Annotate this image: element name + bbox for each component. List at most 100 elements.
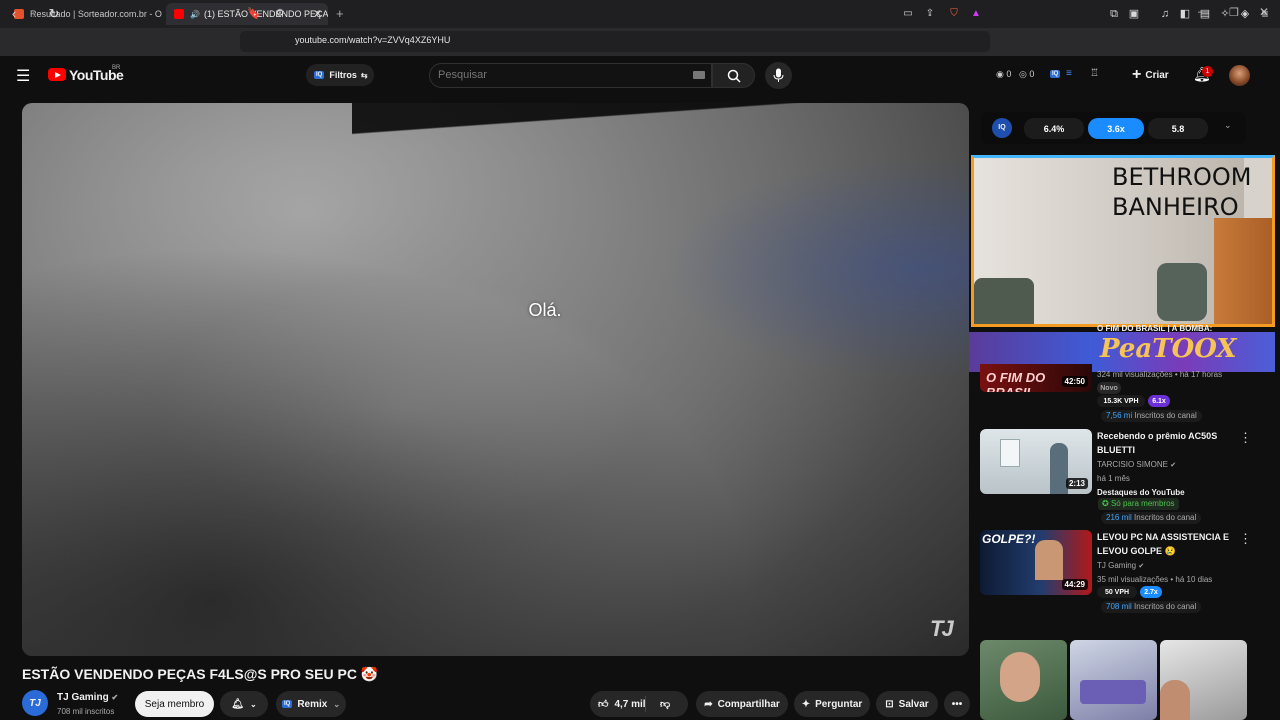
more-actions-button[interactable]: ••• xyxy=(944,691,970,717)
short-thumb-keyboard xyxy=(1080,680,1146,704)
save-bookmark-icon: ⊡ xyxy=(885,698,894,710)
iq-list-icon[interactable]: ≡ xyxy=(1066,68,1072,79)
join-button[interactable]: Seja membro xyxy=(135,691,214,717)
subscribe-bell-button[interactable]: 🔔︎ ⌄ xyxy=(220,691,268,717)
rec-title[interactable]: Recebendo o prêmio AC50S BLUETTI xyxy=(1097,429,1237,457)
rec-channel-subs: 7,56 mi Inscritos do canal xyxy=(1101,410,1202,422)
rec-new-badge: Novo xyxy=(1097,382,1121,394)
hidden-counter: ◎ 0 xyxy=(1019,69,1035,79)
rec-thumbnail[interactable]: 2:13 xyxy=(980,429,1092,494)
extensions-icon[interactable]: ⧉ xyxy=(1106,6,1122,22)
webcam-text: BETHROOM BANHEIRO xyxy=(1112,163,1252,221)
ask-button[interactable]: ✦ Perguntar xyxy=(794,691,870,717)
filters-button[interactable]: IQ Filtros ⇆ xyxy=(306,64,374,86)
forward-icon[interactable]: › xyxy=(26,6,42,22)
filter-sliders-icon: ⇆ xyxy=(360,70,368,80)
save-button[interactable]: ⊡ Salvar xyxy=(876,691,938,717)
rec-section: Destaques do YouTube xyxy=(1097,488,1185,497)
rec-meta: 324 mil visualizações • há 17 horas xyxy=(1097,370,1223,379)
divider xyxy=(645,696,646,712)
brave-shield-icon[interactable]: ⛉ xyxy=(946,6,962,22)
create-button[interactable]: + Criar xyxy=(1132,66,1169,84)
search-icon xyxy=(727,69,741,83)
eye-icon: ◉ xyxy=(996,69,1007,79)
keyboard-icon[interactable] xyxy=(693,71,705,79)
channel-watermark[interactable]: TJ xyxy=(930,616,954,642)
members-star-icon: ✪ xyxy=(1102,499,1111,508)
share-button[interactable]: ➦ Compartilhar xyxy=(696,691,788,717)
bookmark-icon[interactable]: 🔖 xyxy=(246,6,262,22)
iq-expand-chevron-icon[interactable]: ⌄ xyxy=(1224,120,1232,131)
rec-channel[interactable]: TARCISIO SIMONE ✔ xyxy=(1097,460,1176,469)
rec-thumbnail[interactable]: O FIM DO BRASIL 42:50 xyxy=(980,364,1092,392)
leo-icon[interactable]: ✧ xyxy=(1217,6,1233,22)
short-thumbnail[interactable] xyxy=(980,640,1067,720)
vpn-icon[interactable]: ◈ xyxy=(1237,6,1253,22)
webcam-chair-left xyxy=(974,278,1034,324)
reload-icon[interactable]: ↻ xyxy=(46,6,62,22)
site-settings-icon[interactable]: ⚙ xyxy=(272,6,288,22)
rec-vph-badge: 15.3K VPH xyxy=(1097,395,1145,407)
rec-title[interactable]: O FIM DO BRASIL | A BOMBA: xyxy=(1097,324,1237,332)
trophy-icon[interactable]: ♖ xyxy=(1090,68,1099,79)
rec-duration: 42:50 xyxy=(1061,376,1088,387)
like-icon[interactable]: 👍︎ xyxy=(598,698,608,710)
video-caption: Olá. xyxy=(528,300,562,320)
close-tab-icon[interactable]: ✕ xyxy=(314,9,322,20)
rec-channel-subs: 216 mil Inscritos do canal xyxy=(1101,512,1202,524)
account-avatar[interactable] xyxy=(1229,65,1250,86)
extension-icon[interactable]: ▣ xyxy=(1126,6,1142,22)
remix-button[interactable]: IQ Remix ⌄ xyxy=(276,691,346,717)
remix-chevron-icon: ⌄ xyxy=(333,699,341,709)
dislike-icon[interactable]: 👎︎ xyxy=(660,698,670,710)
search-button[interactable] xyxy=(712,63,755,88)
channel-avatar[interactable]: TJ xyxy=(22,690,48,716)
iq-metric-multiplier: 3.6x xyxy=(1088,118,1144,139)
video-player[interactable] xyxy=(22,103,969,656)
iq-metric-percent: 6.4% xyxy=(1024,118,1084,139)
eye-off-icon: ◎ xyxy=(1019,69,1030,79)
rec-duration: 44:29 xyxy=(1061,579,1088,590)
video-frame-shadow xyxy=(22,103,969,656)
share-icon[interactable]: ⇪ xyxy=(922,6,938,22)
hamburger-menu-icon[interactable]: ☰ xyxy=(16,66,30,86)
like-count[interactable]: 4,7 mil xyxy=(614,699,645,710)
rec-channel[interactable]: TJ Gaming ✔ xyxy=(1097,561,1144,570)
verified-icon: ✔ xyxy=(1138,563,1145,570)
channel-name[interactable]: TJ Gaming ✔ xyxy=(57,692,118,703)
rec-ratio-badge: 2.7x xyxy=(1140,586,1162,598)
menu-icon[interactable]: ≡ xyxy=(1257,6,1273,22)
video-dark-edge xyxy=(352,103,969,135)
rec-thumbnail[interactable]: GOLPE?! 44:29 xyxy=(980,530,1092,595)
media-icon[interactable]: ♫ xyxy=(1157,6,1173,22)
rewards-icon[interactable]: ▲ xyxy=(968,6,984,22)
wallet-icon[interactable]: ▤ xyxy=(1197,6,1213,22)
rec-duration: 2:13 xyxy=(1065,478,1088,489)
youtube-logo-icon[interactable] xyxy=(48,68,66,81)
iq-logo[interactable]: IQ xyxy=(992,118,1012,138)
new-tab-button[interactable]: + xyxy=(336,6,344,21)
search-input[interactable] xyxy=(438,67,678,83)
rec-vph-badge: 50 VPH xyxy=(1097,586,1137,598)
overlay-banner-text: PeaTOOX xyxy=(1100,334,1237,364)
video-title: ESTÃO VENDENDO PEÇAS F4LS@S PRO SEU PC 🤡 xyxy=(22,666,379,682)
url-text[interactable]: youtube.com/watch?v=ZVVq4XZ6YHU xyxy=(295,35,450,45)
rec-more-icon[interactable]: ⋮ xyxy=(1239,531,1252,547)
notification-badge: 1 xyxy=(1202,66,1213,77)
webcam-door xyxy=(1214,218,1272,324)
back-icon[interactable]: ‹ xyxy=(6,6,22,22)
iq-filter-icon: IQ xyxy=(314,71,325,79)
rec-channel-subs: 708 mil Inscritos do canal xyxy=(1101,601,1202,613)
plus-icon: + xyxy=(1132,66,1142,83)
iq-remix-icon: IQ xyxy=(281,700,293,708)
rec-title[interactable]: LEVOU PC NA ASSISTENCIA E LEVOU GOLPE 😢 xyxy=(1097,530,1237,558)
voice-search-button[interactable] xyxy=(765,62,792,89)
iq-extension-icon[interactable]: IQ xyxy=(1050,70,1061,78)
sidebar-toggle-icon[interactable]: ◧ xyxy=(1177,6,1193,22)
rec-thumb-person xyxy=(1035,540,1063,580)
short-thumbnail[interactable] xyxy=(1070,640,1157,720)
cast-icon[interactable]: ▭ xyxy=(900,6,916,22)
sparkle-icon: ✦ xyxy=(801,698,811,710)
rec-more-icon[interactable]: ⋮ xyxy=(1239,430,1252,446)
short-thumbnail[interactable] xyxy=(1160,640,1247,720)
